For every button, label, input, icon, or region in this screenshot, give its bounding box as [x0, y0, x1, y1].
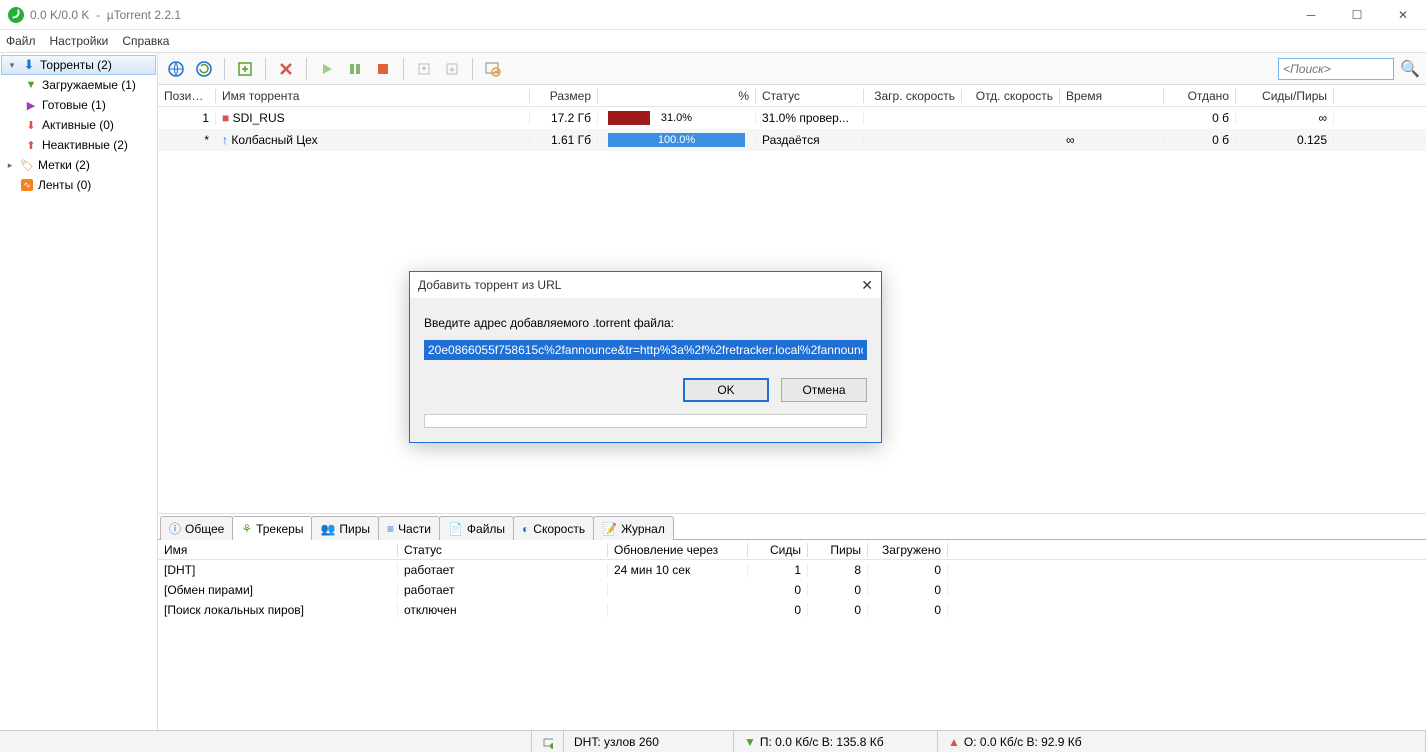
tab-pieces[interactable]: ≡Части — [378, 516, 440, 540]
close-button[interactable]: ✕ — [1380, 0, 1426, 30]
app-logo-icon — [8, 7, 24, 23]
dcol-status[interactable]: Статус — [398, 543, 608, 557]
sidebar-item-active[interactable]: ⬇Активные (0) — [0, 115, 157, 135]
url-input[interactable] — [424, 340, 867, 360]
table-row[interactable]: 1 ■ SDI_RUS 17.2 Гб 31.0% 31.0% провер..… — [158, 107, 1426, 129]
stop-icon: ■ — [222, 111, 229, 125]
arrow-up-icon: ▲ — [948, 735, 960, 749]
col-size[interactable]: Размер — [530, 89, 598, 103]
info-icon: ⓘ — [169, 520, 181, 537]
tracker-grid-header: Имя Статус Обновление через Сиды Пиры За… — [158, 540, 1426, 560]
search-input[interactable] — [1278, 58, 1394, 80]
detail-tabs: ⓘОбщее ⚘Трекеры 👥Пиры ≡Части 📄Файлы ◐Ско… — [158, 514, 1426, 540]
status-upload: ▲О: 0.0 Кб/с В: 92.9 Кб — [938, 731, 1426, 752]
torrent-grid-header: Позиция Имя торрента Размер % Статус Заг… — [158, 85, 1426, 107]
maximize-button[interactable]: ☐ — [1334, 0, 1380, 30]
dcol-name[interactable]: Имя — [158, 543, 398, 557]
tag-icon: 🏷 — [20, 158, 34, 172]
tab-trackers[interactable]: ⚘Трекеры — [232, 516, 312, 540]
preferences-button[interactable] — [481, 57, 505, 81]
dialog-label: Введите адрес добавляемого .torrent файл… — [424, 316, 867, 330]
minimize-button[interactable]: ─ — [1288, 0, 1334, 30]
tab-log[interactable]: 📝Журнал — [593, 516, 674, 540]
status-dht: DHT: узлов 260 — [564, 731, 734, 752]
sidebar-item-torrents[interactable]: ▾⬇Торренты (2) — [1, 55, 156, 75]
files-icon: 📄 — [448, 522, 463, 536]
menubar: Файл Настройки Справка — [0, 30, 1426, 52]
list-item[interactable]: [Обмен пирами]работает000 — [158, 580, 1426, 600]
ok-button[interactable]: OK — [683, 378, 769, 402]
move-up-button[interactable] — [412, 57, 436, 81]
gauge-icon: ◐ — [522, 522, 529, 536]
search-icon[interactable]: 🔍 — [1400, 59, 1420, 79]
arrow-down-icon: ▼ — [744, 735, 756, 749]
tab-speed[interactable]: ◐Скорость — [513, 516, 594, 540]
sidebar-item-ready[interactable]: ▶Готовые (1) — [0, 95, 157, 115]
arrow-up-icon: ⬆ — [24, 138, 38, 152]
tab-general[interactable]: ⓘОбщее — [160, 516, 233, 540]
menu-file[interactable]: Файл — [6, 34, 36, 48]
dcol-peers[interactable]: Пиры — [808, 543, 868, 557]
sidebar-item-labels[interactable]: ▸🏷Метки (2) — [0, 155, 157, 175]
col-status[interactable]: Статус — [756, 89, 864, 103]
col-ratio[interactable]: Отдано — [1164, 89, 1236, 103]
log-icon: 📝 — [602, 522, 617, 536]
tracker-list: [DHT]работает24 мин 10 сек180 [Обмен пир… — [158, 560, 1426, 730]
col-time[interactable]: Время — [1060, 89, 1164, 103]
cancel-button[interactable]: Отмена — [781, 378, 867, 402]
tab-peers[interactable]: 👥Пиры — [311, 516, 379, 540]
menu-settings[interactable]: Настройки — [50, 34, 109, 48]
dcol-update[interactable]: Обновление через — [608, 543, 748, 557]
arrow-down-icon: ⬇ — [24, 118, 38, 132]
list-item[interactable]: [DHT]работает24 мин 10 сек180 — [158, 560, 1426, 580]
sidebar-item-inactive[interactable]: ⬆Неактивные (2) — [0, 135, 157, 155]
col-up[interactable]: Отд. скорость — [962, 89, 1060, 103]
dialog-title: Добавить торрент из URL — [418, 278, 561, 292]
col-position[interactable]: Позиция — [158, 89, 216, 103]
add-url-button[interactable] — [164, 57, 188, 81]
network-status-icon[interactable] — [532, 731, 564, 752]
dialog-titlebar: Добавить торрент из URL ✕ — [410, 272, 881, 298]
dcol-seeds[interactable]: Сиды — [748, 543, 808, 557]
list-item[interactable]: [Поиск локальных пиров]отключен000 — [158, 600, 1426, 620]
arrow-down-icon: ▼ — [24, 78, 38, 92]
sidebar: ▾⬇Торренты (2) ▼Загружаемые (1) ▶Готовые… — [0, 53, 158, 730]
remove-button[interactable] — [274, 57, 298, 81]
start-button[interactable] — [315, 57, 339, 81]
col-seed[interactable]: Сиды/Пиры — [1236, 89, 1334, 103]
tab-files[interactable]: 📄Файлы — [439, 516, 514, 540]
sidebar-item-feeds[interactable]: ∿Ленты (0) — [0, 175, 157, 195]
peers-icon: 👥 — [320, 522, 335, 536]
dialog-progress — [424, 414, 867, 428]
status-download: ▼П: 0.0 Кб/с В: 135.8 Кб — [734, 731, 938, 752]
pieces-icon: ≡ — [387, 522, 394, 536]
download-icon: ⬇ — [22, 58, 36, 72]
arrow-up-icon: ↑ — [222, 133, 228, 147]
dialog-close-button[interactable]: ✕ — [861, 277, 873, 294]
toolbar: 🔍 — [158, 53, 1426, 85]
move-down-button[interactable] — [440, 57, 464, 81]
col-name[interactable]: Имя торрента — [216, 89, 530, 103]
table-row[interactable]: * ↑ Колбасный Цех 1.61 Гб 100.0% Раздаёт… — [158, 129, 1426, 151]
statusbar: DHT: узлов 260 ▼П: 0.0 Кб/с В: 135.8 Кб … — [0, 730, 1426, 752]
arrow-right-icon: ▶ — [24, 98, 38, 112]
col-down[interactable]: Загр. скорость — [864, 89, 962, 103]
create-torrent-button[interactable] — [233, 57, 257, 81]
add-url-dialog: Добавить торрент из URL ✕ Введите адрес … — [409, 271, 882, 443]
rss-icon: ∿ — [20, 178, 34, 192]
pause-button[interactable] — [343, 57, 367, 81]
titlebar: 0.0 K/0.0 K - µTorrent 2.2.1 ─ ☐ ✕ — [0, 0, 1426, 30]
col-percent[interactable]: % — [598, 89, 756, 103]
network-icon: ⚘ — [241, 522, 252, 536]
menu-help[interactable]: Справка — [122, 34, 169, 48]
stop-button[interactable] — [371, 57, 395, 81]
window-title: 0.0 K/0.0 K - µTorrent 2.2.1 — [30, 8, 181, 22]
add-url-refresh-button[interactable] — [192, 57, 216, 81]
dcol-loaded[interactable]: Загружено — [868, 543, 948, 557]
sidebar-item-downloading[interactable]: ▼Загружаемые (1) — [0, 75, 157, 95]
